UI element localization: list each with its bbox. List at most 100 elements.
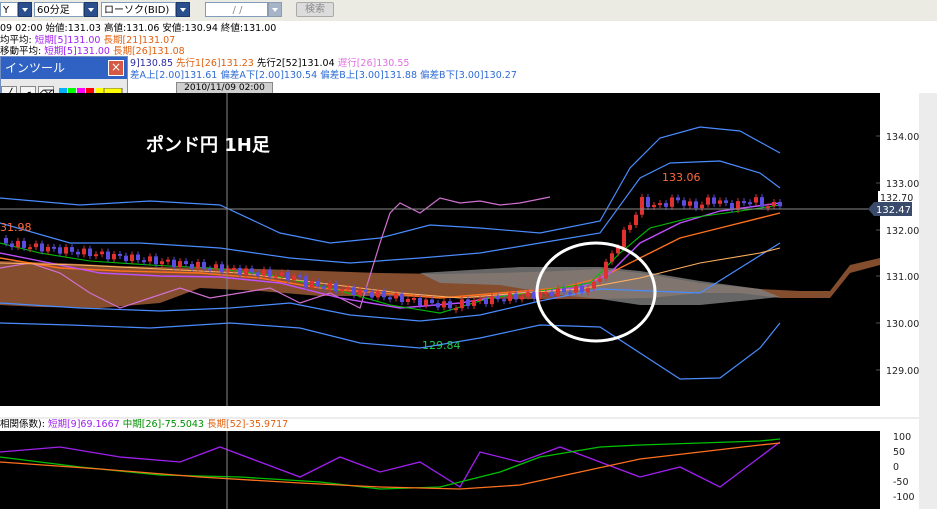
candlestick [664, 203, 668, 207]
ichimoku-lag-value: 遅行[26]130.55 [337, 58, 410, 69]
ma-prefix: 均平均: [0, 35, 32, 46]
candlestick [640, 197, 644, 215]
chart-background [0, 93, 880, 406]
candlestick [88, 248, 92, 257]
candlestick [406, 298, 410, 302]
candlestick [466, 299, 470, 306]
timeframe-dropdown-icon[interactable] [84, 2, 98, 17]
candlestick [676, 197, 680, 201]
ichimoku-readout: 9]130.85 先行1[26]131.23 先行2[52]131.04 遅行[… [130, 58, 409, 70]
candlestick [520, 296, 524, 300]
candlestick [274, 275, 278, 278]
candlestick [4, 238, 8, 244]
candlestick [202, 261, 206, 269]
candlestick [496, 296, 500, 300]
candlestick [334, 283, 338, 292]
candlestick [778, 202, 782, 207]
oscillator-tick-label: -50 [893, 477, 909, 488]
candlestick [358, 289, 362, 296]
candlestick [478, 298, 482, 301]
candlestick [484, 298, 488, 305]
candlestick [154, 256, 158, 265]
candlestick [16, 240, 20, 248]
main-price-chart[interactable]: 134.00 133.00 132.00 131.00 130.00 129.00 ポンド… [0, 93, 937, 417]
chart-type-select[interactable]: ローソク(BID) [101, 2, 176, 17]
candlestick [100, 251, 104, 255]
candlestick [52, 246, 56, 249]
candlestick [370, 292, 374, 298]
candlestick [58, 247, 62, 254]
bollinger-readout: 差A上[2.00]131.61 偏差A下[2.00]130.54 偏差B上[3.… [130, 70, 517, 82]
candlestick [550, 291, 554, 297]
candlestick [238, 267, 242, 275]
candlestick [328, 283, 332, 289]
high-price-label: 133.06 [662, 171, 701, 184]
bb-b-upper-value: 偏差B上[3.00]131.88 [320, 70, 418, 81]
candlestick [742, 201, 746, 204]
candlestick [760, 197, 764, 207]
candlestick [184, 261, 188, 265]
candlestick [706, 197, 710, 205]
date-dropdown-icon[interactable] [268, 2, 282, 17]
candlestick [436, 303, 440, 308]
candlestick [220, 264, 224, 273]
candlestick [580, 285, 584, 293]
oscillator-right-edge [919, 419, 937, 509]
oscillator-chart[interactable]: 100 50 0 -50 -100 [0, 417, 937, 509]
bb-b-lower-value: 偏差B下[3.00]130.27 [420, 70, 517, 81]
oscillator-tick-label: 0 [893, 462, 899, 473]
candlestick [718, 200, 722, 204]
candlestick [142, 260, 146, 263]
price-tick-label: 130.00 [886, 319, 919, 330]
low-price-label: 129.84 [422, 339, 461, 352]
candlestick [454, 308, 458, 311]
candlestick [214, 264, 218, 269]
candlestick [412, 297, 416, 300]
date-input[interactable]: / / [205, 2, 268, 17]
price-tick-label: 133.00 [886, 179, 919, 190]
candlestick [28, 247, 32, 250]
candlestick [526, 292, 530, 297]
candlestick [286, 272, 290, 281]
candlestick [136, 254, 140, 261]
candlestick [766, 206, 770, 209]
candlestick [556, 288, 560, 297]
candlestick [772, 202, 776, 207]
toolbar: Y 60分足 ローソク(BID) / / 検索 [0, 0, 937, 22]
oscillator-tick-label: 50 [893, 447, 905, 458]
candlestick [148, 256, 152, 262]
candlestick [682, 200, 686, 206]
candlestick [232, 267, 236, 270]
candlestick [562, 288, 566, 293]
candlestick [568, 292, 572, 295]
symbol-select[interactable]: Y [0, 2, 18, 17]
candlestick [670, 197, 674, 207]
candlestick [190, 264, 194, 269]
candlestick [610, 253, 614, 262]
candlestick [94, 254, 98, 257]
symbol-dropdown-icon[interactable] [18, 2, 32, 17]
candlestick [634, 214, 638, 226]
candlestick [430, 299, 434, 304]
candlestick [364, 289, 368, 293]
close-icon[interactable]: × [108, 60, 124, 76]
candlestick [658, 203, 662, 206]
price-tick-label: 134.00 [886, 132, 919, 143]
candlestick [76, 251, 80, 255]
candlestick [64, 247, 68, 254]
candlestick [22, 240, 26, 248]
chart-type-dropdown-icon[interactable] [176, 2, 190, 17]
timeframe-select[interactable]: 60分足 [34, 2, 84, 17]
candlestick [178, 261, 182, 268]
candlestick [754, 197, 758, 203]
candlestick [622, 229, 626, 248]
price-tick-label: 129.00 [886, 366, 919, 377]
ohlc-readout: 09 02:00 始値:131.03 高値:131.06 安値:130.94 終… [0, 23, 277, 34]
candlestick [268, 269, 272, 277]
search-button[interactable]: 検索 [296, 2, 334, 17]
chart-bottom-margin [0, 406, 937, 417]
candlestick [502, 299, 506, 302]
candlestick [508, 293, 512, 301]
candlestick [118, 253, 122, 256]
bb-a-lower-value: 偏差A下[2.00]130.54 [220, 70, 318, 81]
